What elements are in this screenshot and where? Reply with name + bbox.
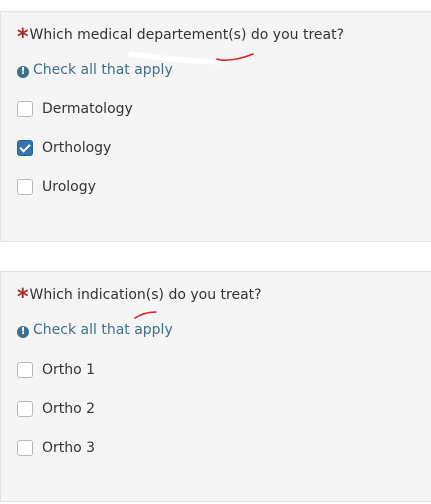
hint-text: ! Check all that apply [17, 62, 173, 78]
option-label[interactable]: Ortho 3 [42, 439, 95, 458]
option-label[interactable]: Urology [42, 178, 96, 197]
question-title: *Which medical departement(s) do you tre… [17, 25, 344, 50]
info-circle-icon: ! [17, 66, 29, 78]
checkbox-ortho-2[interactable] [17, 401, 33, 417]
option-label[interactable]: Orthology [42, 139, 111, 158]
question-card-departments: *Which medical departement(s) do you tre… [0, 11, 431, 242]
required-asterisk: * [17, 285, 29, 310]
question-text: Which indication(s) do you treat? [29, 287, 262, 303]
question-card-indications: *Which indication(s) do you treat? ! Chec… [0, 271, 431, 502]
option-label[interactable]: Ortho 2 [42, 400, 95, 419]
hint-label: Check all that apply [33, 62, 173, 78]
hint-label: Check all that apply [33, 322, 173, 338]
checkbox-orthology[interactable] [17, 140, 33, 156]
checkbox-ortho-1[interactable] [17, 362, 33, 378]
info-circle-icon: ! [17, 326, 29, 338]
checkbox-urology[interactable] [17, 179, 33, 195]
checkbox-dermatology[interactable] [17, 101, 33, 117]
required-asterisk: * [17, 25, 29, 50]
question-text: Which medical departement(s) do you trea… [29, 27, 345, 43]
option-label[interactable]: Dermatology [42, 100, 133, 119]
option-label[interactable]: Ortho 1 [42, 361, 95, 380]
checkbox-ortho-3[interactable] [17, 440, 33, 456]
question-title: *Which indication(s) do you treat? [17, 285, 262, 310]
hint-text: ! Check all that apply [17, 322, 173, 338]
